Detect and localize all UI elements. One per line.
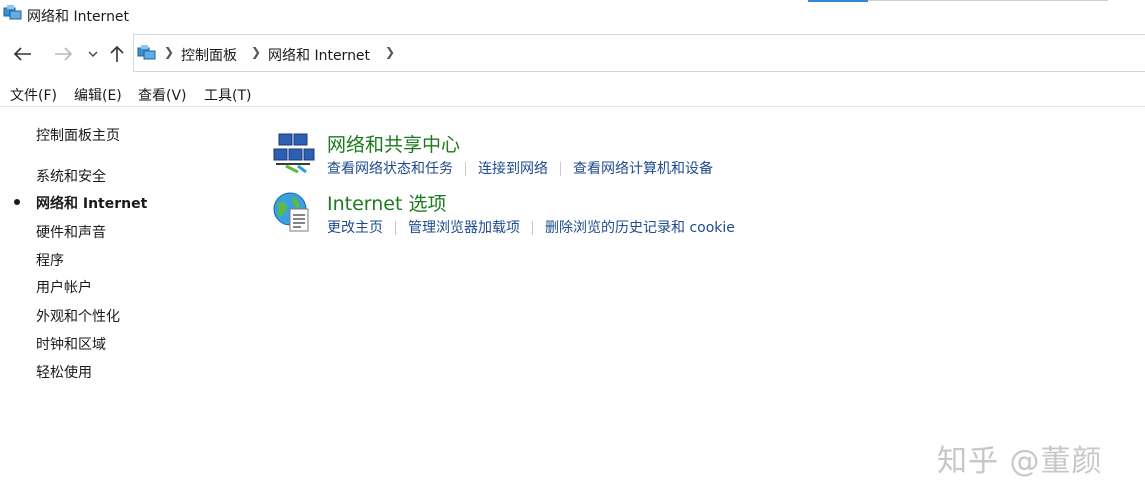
sidebar-item-hardware-sound[interactable]: 硬件和声音 xyxy=(36,222,106,242)
chevron-down-icon xyxy=(88,51,98,57)
control-panel-icon xyxy=(137,44,157,62)
recent-locations-button[interactable] xyxy=(82,42,104,66)
up-button[interactable] xyxy=(106,42,128,66)
arrow-right-icon xyxy=(55,47,72,61)
category-links-network-sharing: 查看网络状态和任务 连接到网络 查看网络计算机和设备 xyxy=(327,158,713,178)
link-view-network-status[interactable]: 查看网络状态和任务 xyxy=(327,161,453,177)
sidebar-item-network-internet[interactable]: 网络和 Internet xyxy=(36,193,147,213)
title-divider xyxy=(868,0,1108,1)
link-divider xyxy=(532,221,533,235)
internet-options-globe-icon[interactable] xyxy=(270,189,316,235)
network-folder-icon xyxy=(3,4,23,22)
menu-bar: 文件(F) 编辑(E) 查看(V) 工具(T) xyxy=(0,80,1145,107)
title-accent-line xyxy=(808,0,868,2)
link-divider xyxy=(465,162,466,176)
sidebar-item-ease-of-access[interactable]: 轻松使用 xyxy=(36,362,92,382)
sidebar-home-link[interactable]: 控制面板主页 xyxy=(36,125,120,145)
sidebar-item-appearance[interactable]: 外观和个性化 xyxy=(36,306,120,326)
menu-tools[interactable]: 工具(T) xyxy=(204,85,251,105)
forward-button[interactable] xyxy=(52,42,74,66)
navigation-bar: ❯ 控制面板 ❯ 网络和 Internet ❯ xyxy=(0,34,1145,74)
breadcrumb-network-internet[interactable]: 网络和 Internet xyxy=(268,45,370,65)
menu-view[interactable]: 查看(V) xyxy=(138,85,187,105)
link-manage-addons[interactable]: 管理浏览器加载项 xyxy=(408,220,520,236)
sidebar-item-system-security[interactable]: 系统和安全 xyxy=(36,166,106,186)
link-change-homepage[interactable]: 更改主页 xyxy=(327,220,383,236)
link-view-network-computers[interactable]: 查看网络计算机和设备 xyxy=(573,161,713,177)
sidebar-item-programs[interactable]: 程序 xyxy=(36,250,64,270)
chevron-right-icon[interactable]: ❯ xyxy=(385,45,395,59)
link-divider xyxy=(395,221,396,235)
link-divider xyxy=(560,162,561,176)
menu-edit[interactable]: 编辑(E) xyxy=(74,85,122,105)
title-bar: 网络和 Internet xyxy=(0,0,1145,30)
chevron-right-icon[interactable]: ❯ xyxy=(164,45,174,59)
active-bullet xyxy=(14,199,20,205)
breadcrumb-control-panel[interactable]: 控制面板 xyxy=(181,45,237,65)
menu-file[interactable]: 文件(F) xyxy=(10,85,57,105)
arrow-left-icon xyxy=(14,47,31,61)
sidebar-item-user-accounts[interactable]: 用户帐户 xyxy=(36,277,92,297)
back-button[interactable] xyxy=(12,42,34,66)
category-title-network-sharing[interactable]: 网络和共享中心 xyxy=(327,130,460,157)
link-connect-to-network[interactable]: 连接到网络 xyxy=(478,161,548,177)
address-bar[interactable]: ❯ 控制面板 ❯ 网络和 Internet ❯ xyxy=(133,34,1145,72)
category-links-internet-options: 更改主页 管理浏览器加载项 删除浏览的历史记录和 cookie xyxy=(327,217,735,237)
category-title-internet-options[interactable]: Internet 选项 xyxy=(327,189,446,216)
sidebar-item-clock-region[interactable]: 时钟和区域 xyxy=(36,334,106,354)
chevron-right-icon[interactable]: ❯ xyxy=(251,45,261,59)
watermark: 知乎 @董颜 xyxy=(937,444,1103,479)
link-delete-browsing-history[interactable]: 删除浏览的历史记录和 cookie xyxy=(545,220,735,236)
network-sharing-center-icon[interactable] xyxy=(270,130,316,176)
arrow-up-icon xyxy=(110,45,124,62)
sidebar: 控制面板主页 系统和安全 网络和 Internet 硬件和声音 程序 用户帐户 … xyxy=(0,106,260,500)
window-title: 网络和 Internet xyxy=(27,9,130,25)
